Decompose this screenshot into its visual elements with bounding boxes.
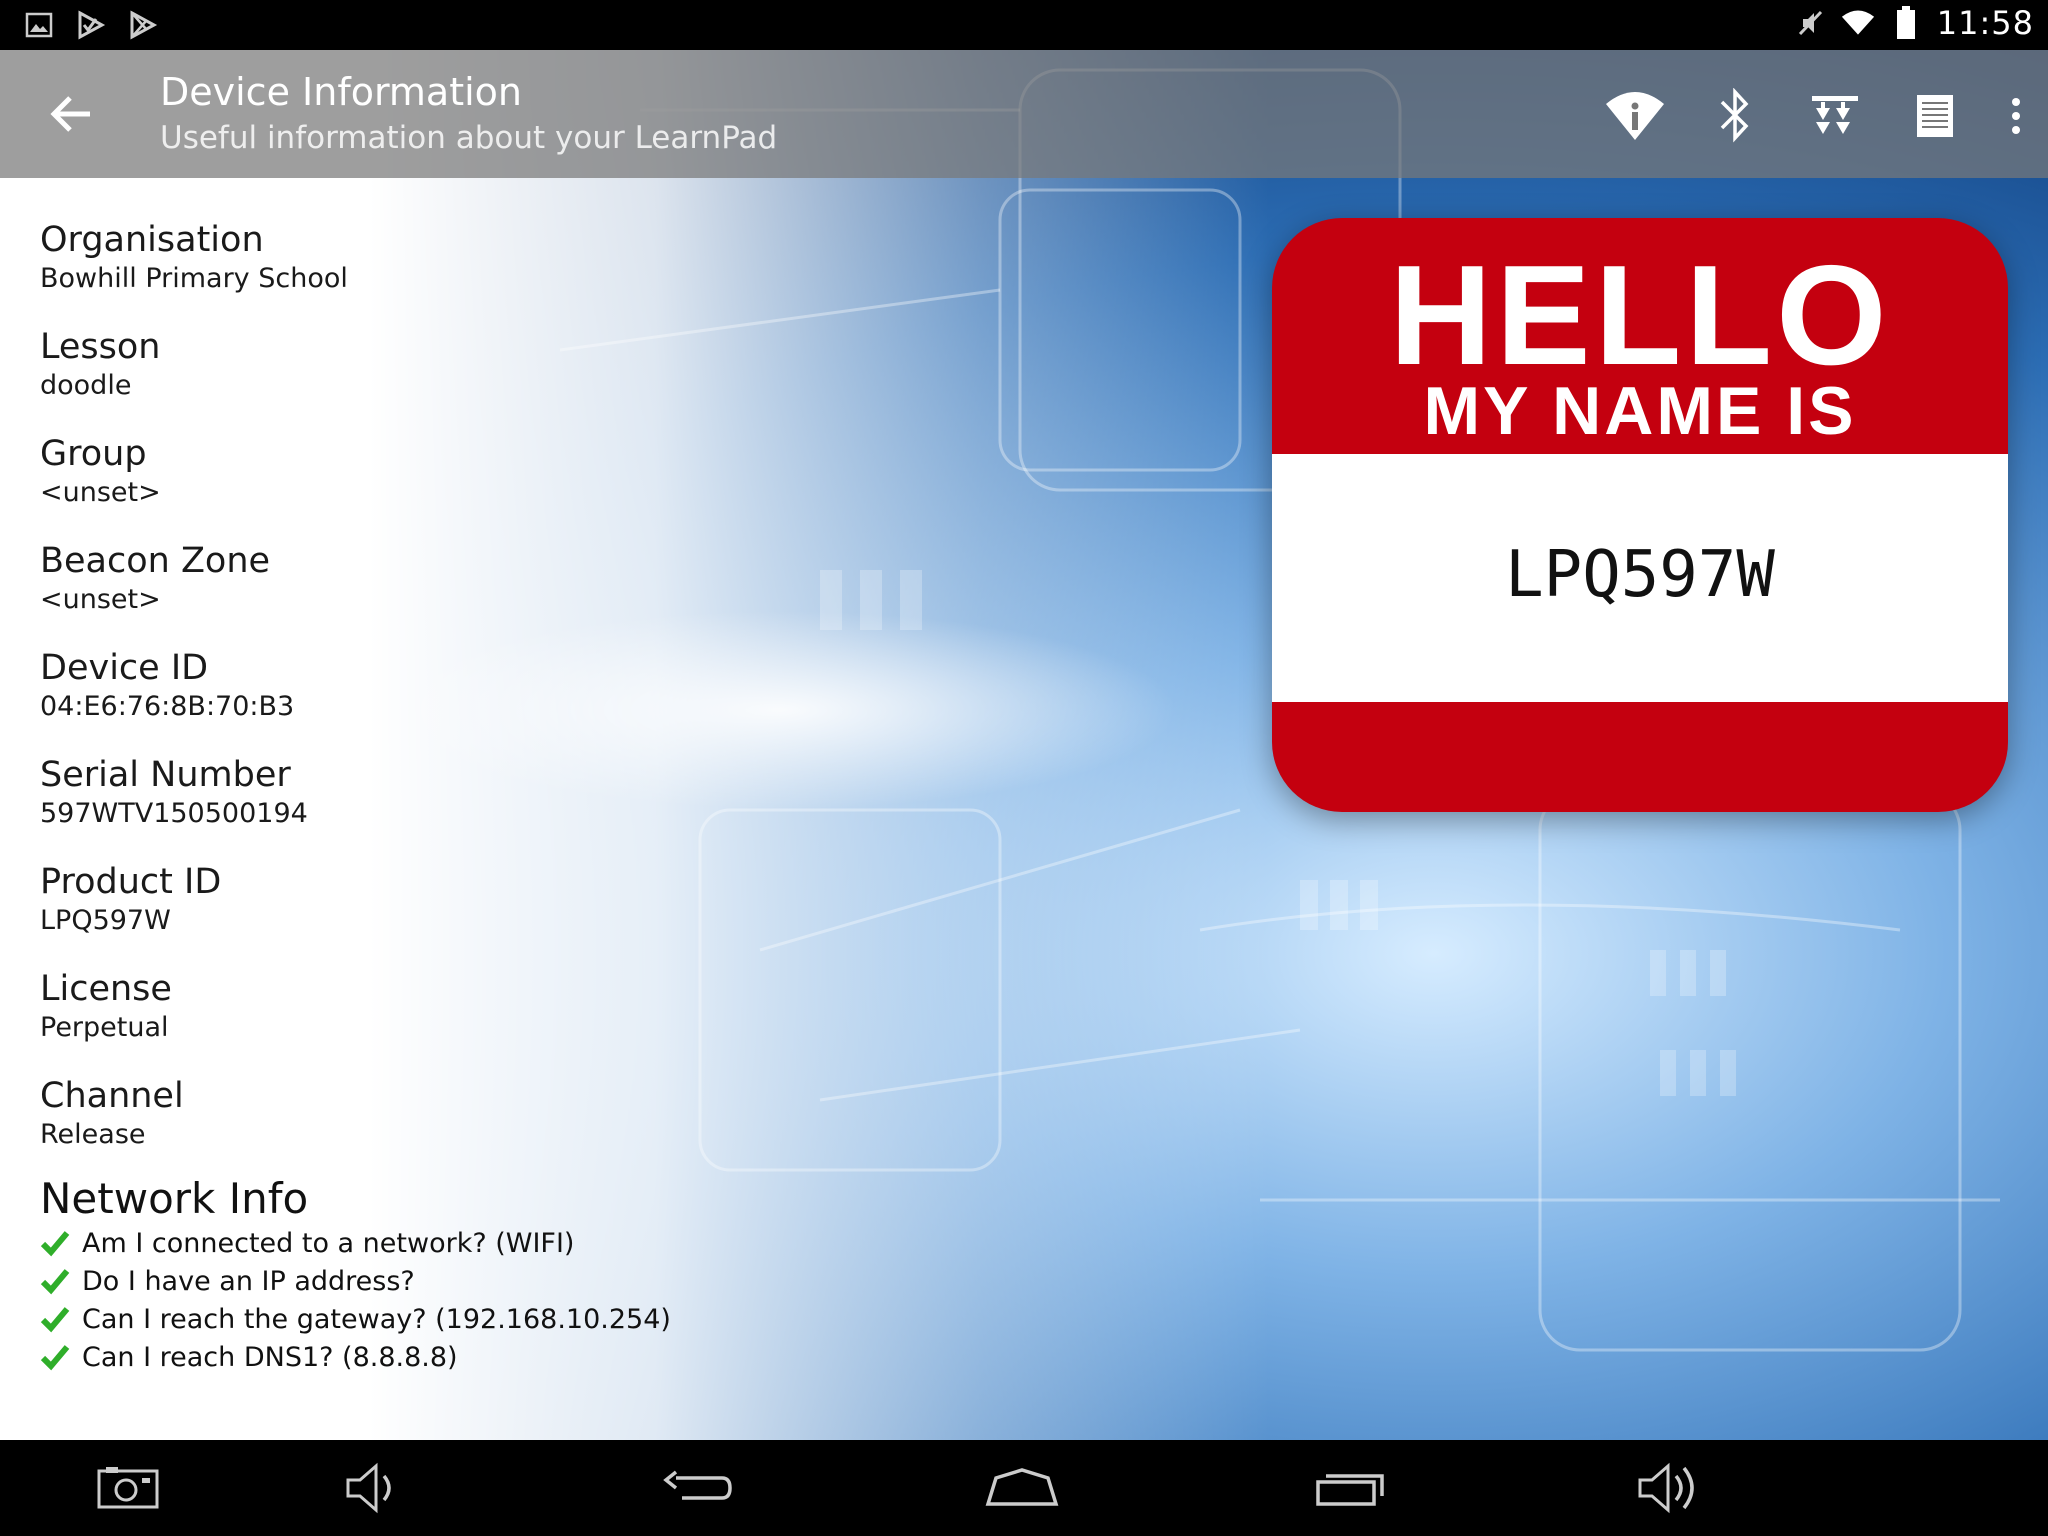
field-label: Lesson — [40, 327, 161, 367]
field-label: License — [40, 969, 172, 1009]
wifi-icon — [1841, 6, 1875, 40]
field-license: License Perpetual — [40, 967, 740, 1074]
field-value: <unset> — [40, 584, 161, 615]
field-beacon-zone: Beacon Zone <unset> — [40, 539, 740, 646]
field-product-id: Product ID LPQ597W — [40, 860, 740, 967]
field-device-id: Device ID 04:E6:76:8B:70:B3 — [40, 646, 740, 753]
network-check-label: Am I connected to a network? (WIFI) — [82, 1227, 575, 1259]
network-check-row: Can I reach DNS1? (8.8.8.8) — [40, 1338, 740, 1376]
field-value: doodle — [40, 370, 132, 401]
wifi-info-icon[interactable] — [1604, 86, 1666, 146]
field-label: Serial Number — [40, 755, 291, 795]
action-bar: Device Information Useful information ab… — [0, 50, 2048, 178]
navigation-bar — [0, 1440, 2048, 1536]
name-badge: HELLO MY NAME IS LPQ597W — [1272, 218, 2008, 812]
field-label: Product ID — [40, 862, 222, 902]
field-value: 597WTV150500194 — [40, 798, 308, 829]
network-check-row: Am I connected to a network? (WIFI) — [40, 1224, 740, 1262]
battery-icon — [1889, 6, 1923, 40]
checkmark-icon — [40, 1231, 70, 1257]
badge-device-name: LPQ597W — [1505, 538, 1775, 612]
arrow-left-icon — [50, 96, 90, 132]
recents-icon[interactable] — [1310, 1460, 1390, 1516]
field-label: Beacon Zone — [40, 541, 271, 581]
checkmark-icon — [40, 1345, 70, 1371]
screenshot-icon[interactable] — [88, 1460, 168, 1516]
field-value: Release — [40, 1119, 146, 1150]
log-icon[interactable] — [1904, 86, 1966, 146]
network-check-label: Can I reach DNS1? (8.8.8.8) — [82, 1341, 458, 1373]
field-value: <unset> — [40, 477, 161, 508]
field-organisation: Organisation Bowhill Primary School — [40, 218, 740, 325]
network-check-row: Can I reach the gateway? (192.168.10.254… — [40, 1300, 740, 1338]
status-bar: 11:58 — [0, 0, 2048, 50]
page-title: Device Information — [160, 70, 523, 114]
volume-down-icon[interactable] — [334, 1460, 414, 1516]
badge-my-name-is-text: MY NAME IS — [1423, 373, 1857, 449]
image-icon — [22, 8, 56, 42]
field-value: 04:E6:76:8B:70:B3 — [40, 691, 295, 722]
field-label: Organisation — [40, 220, 264, 260]
page-subtitle: Useful information about your LearnPad — [160, 120, 778, 156]
network-check-row: Do I have an IP address? — [40, 1262, 740, 1300]
play-store-icon — [126, 8, 160, 42]
field-group: Group <unset> — [40, 432, 740, 539]
volume-up-icon[interactable] — [1630, 1460, 1710, 1516]
field-channel: Channel Release — [40, 1074, 740, 1174]
play-store-check-icon — [74, 8, 108, 42]
back-icon[interactable] — [658, 1460, 738, 1516]
field-lesson: Lesson doodle — [40, 325, 740, 432]
field-value: LPQ597W — [40, 905, 171, 936]
mute-icon — [1793, 6, 1827, 40]
device-info-list: Organisation Bowhill Primary School Less… — [40, 218, 740, 1376]
field-value: Bowhill Primary School — [40, 263, 348, 294]
clock: 11:58 — [1936, 4, 2034, 42]
field-label: Device ID — [40, 648, 209, 688]
checkmark-icon — [40, 1269, 70, 1295]
back-arrow-button[interactable] — [40, 88, 104, 140]
field-value: Perpetual — [40, 1012, 169, 1043]
bluetooth-icon[interactable] — [1704, 86, 1766, 146]
checkmark-icon — [40, 1307, 70, 1333]
field-label: Group — [40, 434, 147, 474]
field-label: Channel — [40, 1076, 184, 1116]
network-check-label: Can I reach the gateway? (192.168.10.254… — [82, 1303, 671, 1335]
overflow-menu-icon[interactable] — [2004, 86, 2028, 146]
network-info-title: Network Info — [40, 1174, 309, 1223]
download-icon[interactable] — [1804, 86, 1866, 146]
badge-hello-text: HELLO — [1389, 236, 1891, 395]
home-icon[interactable] — [982, 1460, 1062, 1516]
network-check-label: Do I have an IP address? — [82, 1265, 415, 1297]
field-serial-number: Serial Number 597WTV150500194 — [40, 753, 740, 860]
